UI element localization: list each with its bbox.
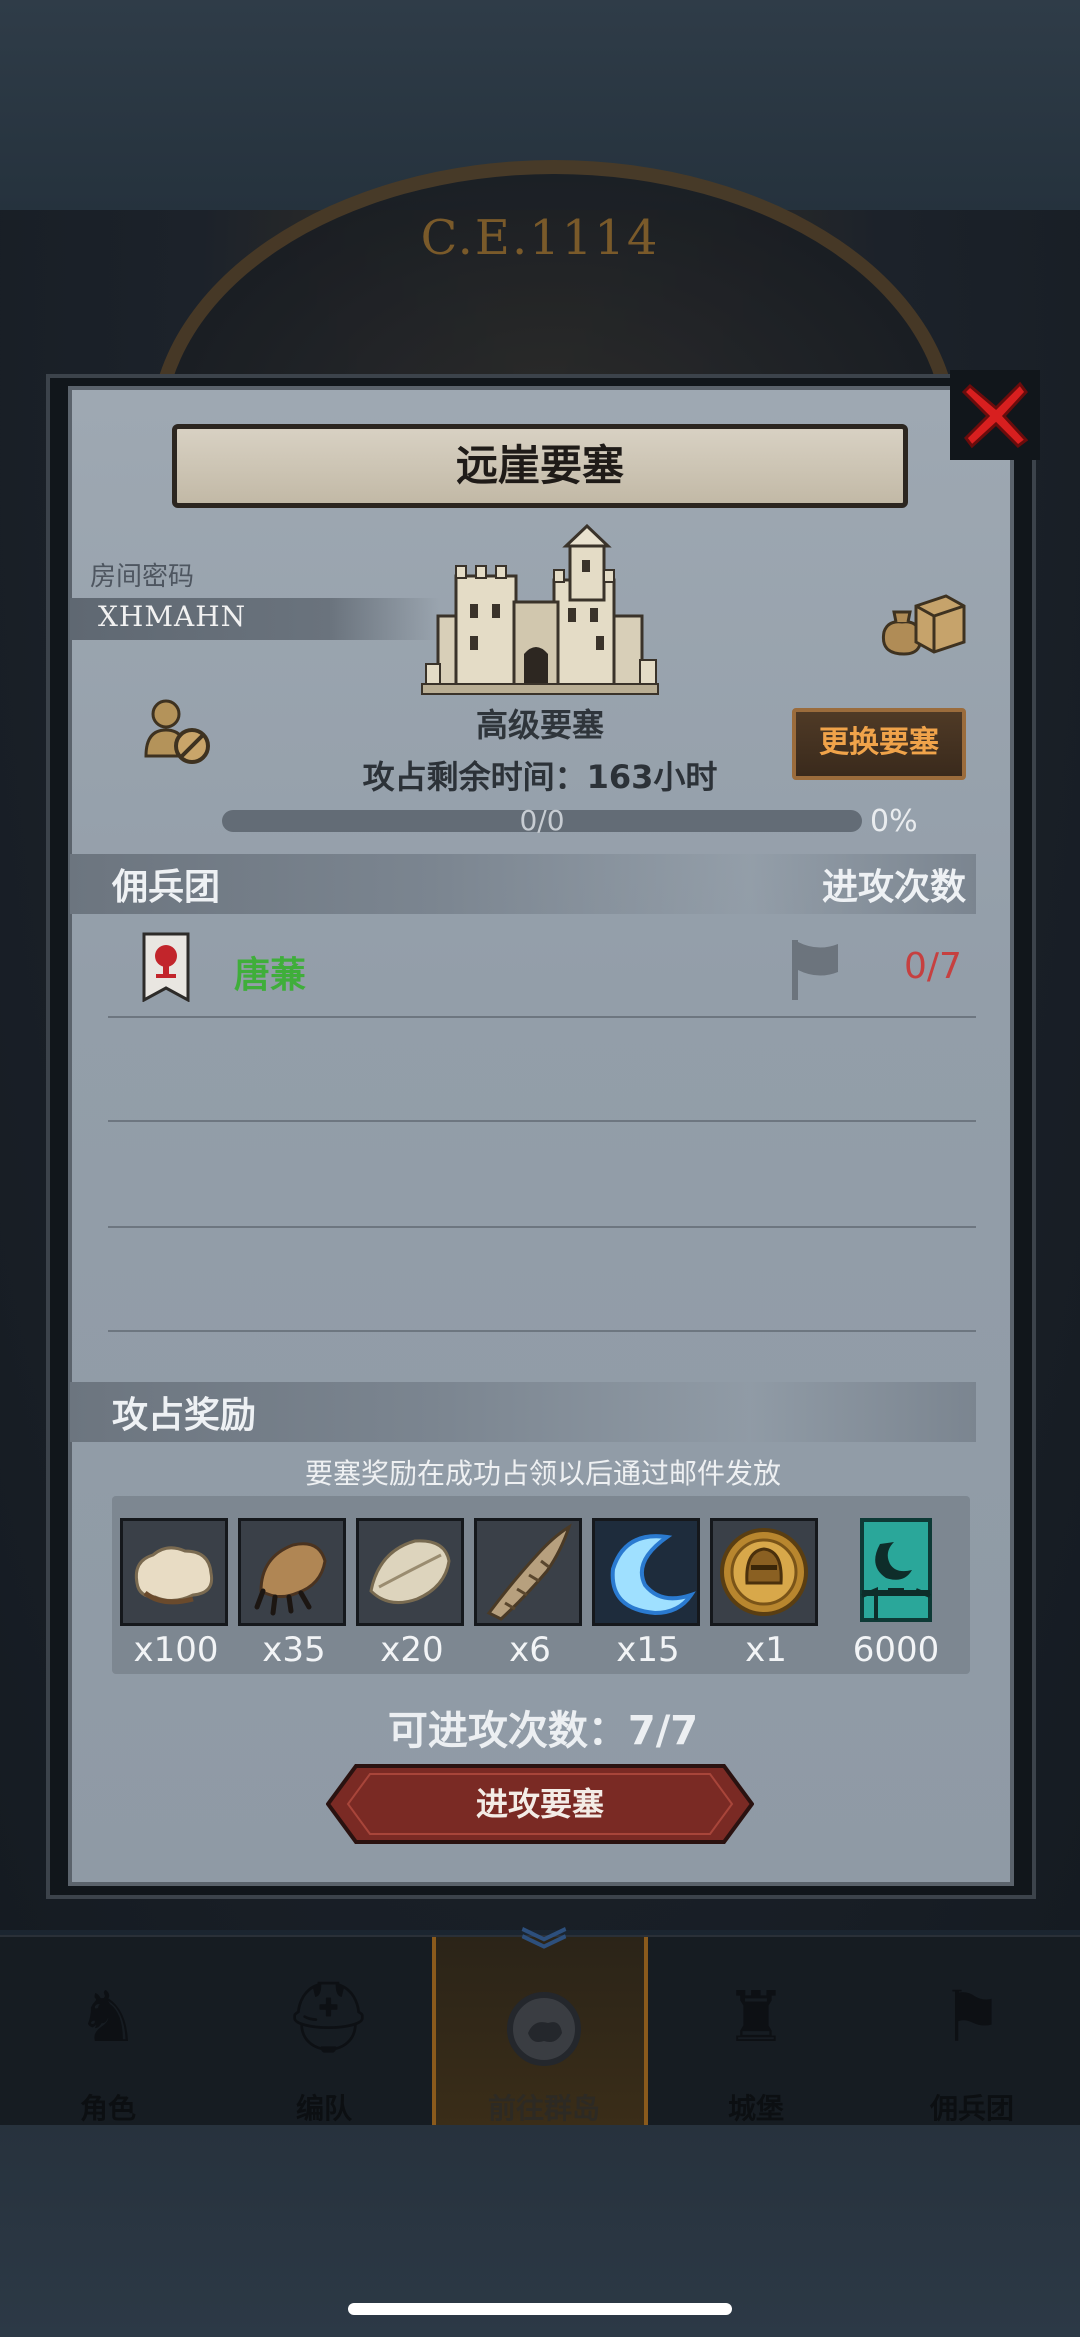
close-button[interactable] <box>950 370 1040 460</box>
nav-item-castle[interactable]: ♜ 城堡 <box>648 1937 864 2127</box>
castle-icon: ♜ <box>724 1976 788 2058</box>
banner-icon: ⚑ <box>940 1976 1004 2058</box>
reward-item[interactable]: 6000 <box>842 1518 954 1670</box>
dialog-title: 远崖要塞 <box>172 424 908 508</box>
capture-progress-percent: 0% <box>870 804 918 839</box>
room-code[interactable]: XHMAHN <box>98 600 246 633</box>
reward-qty: x1 <box>745 1630 787 1670</box>
attack-fortress-button[interactable]: 进攻要塞 <box>326 1764 754 1844</box>
nav-label: 佣兵团 <box>929 2092 1014 2125</box>
capture-progress-text: 0/0 <box>519 804 565 837</box>
bottom-nav: ♞ 角色 ⛑ 编队 ︾ 前往群岛 ♜ 城堡 ⚑ 佣兵团 <box>0 1928 1080 2127</box>
mercenary-section-title: 佣兵团 <box>112 867 221 908</box>
compass-icon <box>504 1989 584 2069</box>
reward-qty: x20 <box>380 1630 444 1670</box>
nav-item-islands[interactable]: ︾ 前往群岛 <box>432 1928 648 2127</box>
close-icon <box>961 381 1029 449</box>
fur-pelt-icon <box>120 1518 228 1626</box>
nav-item-character[interactable]: ♞ 角色 <box>0 1937 216 2127</box>
horn-icon <box>474 1518 582 1626</box>
user-blocked-icon[interactable] <box>142 696 214 772</box>
guild-banner-icon <box>856 1518 936 1626</box>
attacks-header: 进攻次数 <box>822 867 967 908</box>
reward-qty: x100 <box>133 1630 219 1670</box>
row-divider <box>108 1330 976 1332</box>
attack-fortress-label: 进攻要塞 <box>475 1785 604 1823</box>
helmet-icon: ⛑ <box>284 1976 373 2058</box>
knight-medal-icon <box>710 1518 818 1626</box>
flag-icon <box>788 938 842 1006</box>
remaining-time: 攻占剩余时间：163小时 <box>362 758 718 796</box>
reward-item[interactable]: x35 <box>238 1518 350 1670</box>
feather-pelt-icon <box>356 1518 464 1626</box>
room-password-label: 房间密码 <box>90 562 195 592</box>
fortress-grade: 高级要塞 <box>475 706 604 744</box>
resource-bags-icon[interactable] <box>876 584 968 660</box>
mercenary-row[interactable]: 唐蒹 0/7 <box>108 920 978 1012</box>
nav-item-mercenary[interactable]: ⚑ 佣兵团 <box>864 1937 1080 2127</box>
mercenary-attack-count: 0/7 <box>904 946 962 987</box>
reward-qty: x6 <box>509 1630 551 1670</box>
row-divider <box>108 1120 976 1122</box>
row-divider <box>108 1016 976 1018</box>
mercenary-emblem-icon <box>142 932 190 1006</box>
change-fortress-button[interactable]: 更换要塞 <box>792 708 966 780</box>
reward-item[interactable]: x100 <box>120 1518 232 1670</box>
nav-label: 编队 <box>295 2092 352 2125</box>
reward-qty: x15 <box>616 1630 680 1670</box>
chevron-down-icon: ︾ <box>521 1924 567 1978</box>
reward-qty: x35 <box>262 1630 326 1670</box>
row-divider <box>108 1226 976 1228</box>
nav-item-formation[interactable]: ⛑ 编队 <box>216 1937 432 2127</box>
knight-icon: ♞ <box>76 1976 140 2058</box>
era-text: C.E.1114 <box>420 210 660 266</box>
fortress-icon <box>420 523 660 704</box>
home-indicator[interactable] <box>348 2303 732 2315</box>
nav-label: 角色 <box>79 2092 136 2125</box>
nav-label: 前往群岛 <box>487 2092 600 2125</box>
mercenary-name: 唐蒹 <box>234 955 307 996</box>
rewards-note: 要塞奖励在成功占领以后通过邮件发放 <box>304 1457 781 1490</box>
claw-icon <box>238 1518 346 1626</box>
nav-label: 城堡 <box>727 2092 784 2125</box>
reward-item[interactable]: x20 <box>356 1518 468 1670</box>
crescent-moon-icon <box>592 1518 700 1626</box>
reward-item[interactable]: x15 <box>592 1518 704 1670</box>
reward-qty: 6000 <box>852 1630 940 1670</box>
rewards-section-title: 攻占奖励 <box>112 1395 257 1436</box>
reward-item[interactable]: x6 <box>474 1518 586 1670</box>
reward-item[interactable]: x1 <box>710 1518 822 1670</box>
available-attacks: 可进攻次数：7/7 <box>387 1708 699 1754</box>
